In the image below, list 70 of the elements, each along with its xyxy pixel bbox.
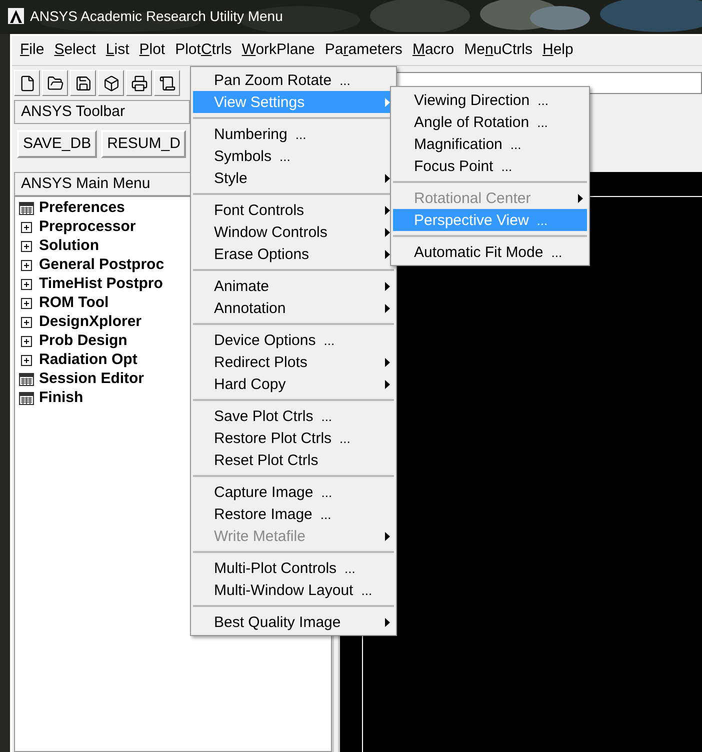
save-icon[interactable] bbox=[70, 70, 96, 96]
menu-item[interactable]: Style bbox=[193, 167, 394, 189]
submenu-arrow-icon bbox=[385, 250, 390, 258]
menu-bar-item[interactable]: Plot bbox=[135, 37, 170, 64]
menu-bar-item[interactable]: PlotCtrls bbox=[171, 37, 236, 64]
submenu-arrow-icon bbox=[385, 98, 390, 106]
menu-bar-item[interactable]: Help bbox=[538, 37, 578, 64]
expand-icon[interactable] bbox=[21, 241, 32, 252]
menu-bar-item[interactable]: Select bbox=[50, 37, 100, 64]
menu-item[interactable]: Restore Plot Ctrls ... bbox=[193, 427, 394, 449]
menu-item[interactable]: Erase Options bbox=[193, 243, 394, 265]
scroll-icon[interactable] bbox=[154, 70, 180, 96]
calculator-icon bbox=[19, 373, 34, 386]
printer-icon[interactable] bbox=[126, 70, 152, 96]
expand-icon[interactable] bbox=[21, 336, 32, 347]
menu-bar-item[interactable]: List bbox=[102, 37, 134, 64]
menu-item[interactable]: Symbols ... bbox=[193, 145, 394, 167]
menu-item[interactable]: Pan Zoom Rotate ... bbox=[193, 69, 394, 91]
menu-item[interactable]: Redirect Plots bbox=[193, 351, 394, 373]
menu-item[interactable]: Capture Image ... bbox=[193, 481, 394, 503]
submenu-arrow-icon bbox=[385, 174, 390, 182]
window-title: ANSYS Academic Research Utility Menu bbox=[30, 6, 283, 26]
menu-item[interactable]: Best Quality Image bbox=[193, 611, 394, 633]
menu-bar-item[interactable]: Macro bbox=[408, 37, 458, 64]
menu-item[interactable]: Numbering ... bbox=[193, 123, 394, 145]
expand-icon[interactable] bbox=[21, 222, 32, 233]
menu-item[interactable]: Font Controls bbox=[193, 199, 394, 221]
menu-item[interactable]: Device Options ... bbox=[193, 329, 394, 351]
folder-icon[interactable] bbox=[42, 70, 68, 96]
menu-item[interactable]: Save Plot Ctrls ... bbox=[193, 405, 394, 427]
submenu-arrow-icon bbox=[385, 228, 390, 236]
expand-icon[interactable] bbox=[21, 317, 32, 328]
menu-item[interactable]: Window Controls bbox=[193, 221, 394, 243]
menu-item[interactable]: Annotation bbox=[193, 297, 394, 319]
menu-bar-item[interactable]: MenuCtrls bbox=[460, 37, 536, 64]
menu-item[interactable]: Automatic Fit Mode ... bbox=[393, 241, 587, 263]
menu-item[interactable]: Hard Copy bbox=[193, 373, 394, 395]
submenu-arrow-icon bbox=[385, 358, 390, 366]
submenu-arrow-icon bbox=[578, 194, 583, 202]
submenu-arrow-icon bbox=[385, 380, 390, 388]
submenu-arrow-icon bbox=[385, 618, 390, 626]
document-icon[interactable] bbox=[14, 70, 40, 96]
expand-icon[interactable] bbox=[21, 279, 32, 290]
submenu-arrow-icon bbox=[385, 304, 390, 312]
expand-icon[interactable] bbox=[21, 298, 32, 309]
menu-bar-item[interactable]: WorkPlane bbox=[238, 37, 319, 64]
menu-item[interactable]: Animate bbox=[193, 275, 394, 297]
app-logo-icon bbox=[8, 8, 24, 24]
toolbar-button[interactable]: SAVE_DB bbox=[17, 130, 98, 158]
toolbar-title: ANSYS Toolbar bbox=[21, 102, 125, 122]
submenu-arrow-icon bbox=[385, 206, 390, 214]
menu-bar-item[interactable]: Parameters bbox=[320, 37, 406, 64]
menu-item[interactable]: Angle of Rotation ... bbox=[393, 111, 587, 133]
main-menu-title: ANSYS Main Menu bbox=[21, 174, 150, 194]
toolbar-button[interactable]: RESUM_D bbox=[101, 130, 186, 158]
expand-icon[interactable] bbox=[21, 260, 32, 271]
menu-item[interactable]: Reset Plot Ctrls bbox=[193, 449, 394, 471]
menu-item[interactable]: Restore Image ... bbox=[193, 503, 394, 525]
menu-item[interactable]: Magnification ... bbox=[393, 133, 587, 155]
calculator-icon bbox=[19, 202, 34, 215]
cube-icon[interactable] bbox=[98, 70, 124, 96]
expand-icon[interactable] bbox=[21, 355, 32, 366]
menu-item[interactable]: Focus Point ... bbox=[393, 155, 587, 177]
menu-item[interactable]: Viewing Direction ... bbox=[393, 89, 587, 111]
menu-item[interactable]: Multi-Plot Controls ... bbox=[193, 557, 394, 579]
submenu-arrow-icon bbox=[385, 532, 390, 540]
submenu-arrow-icon bbox=[385, 282, 390, 290]
menu-bar-item[interactable]: File bbox=[16, 37, 48, 64]
menu-item[interactable]: Multi-Window Layout ... bbox=[193, 579, 394, 601]
calculator-icon bbox=[19, 392, 34, 405]
